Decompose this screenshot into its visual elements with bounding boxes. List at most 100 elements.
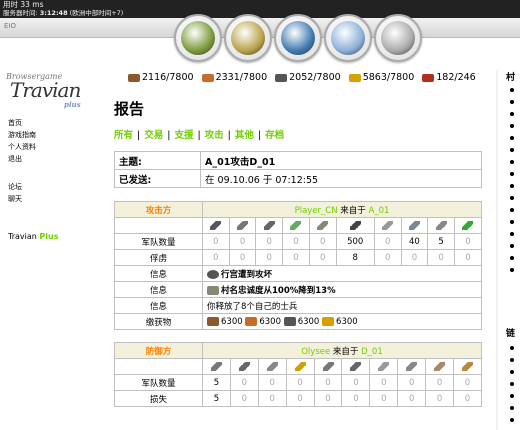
travian-plus-link[interactable]: Travian Plus: [8, 232, 58, 241]
defender-unit-9: [425, 358, 455, 375]
bounty-label: 缴获物: [114, 313, 203, 330]
unit-icon: [382, 220, 394, 230]
defender-loss-count: 0: [397, 390, 427, 407]
attacker-player-link[interactable]: Player_CN: [295, 206, 338, 216]
attacker-unit-3: [255, 217, 284, 234]
defender-player-link[interactable]: Olysee: [301, 347, 330, 357]
defender-unit-8: [397, 358, 427, 375]
attacker-village-link[interactable]: A_01: [369, 206, 390, 216]
menu-logout[interactable]: 退出: [8, 153, 36, 165]
tab-trade[interactable]: 交易: [144, 130, 163, 141]
list-bullet: [510, 370, 514, 374]
village-overview-icon[interactable]: [174, 14, 222, 62]
village-center-icon[interactable]: [224, 14, 272, 62]
lumber-icon: [128, 73, 140, 82]
clay-icon: [245, 316, 258, 326]
unit-icon: [434, 361, 446, 371]
defender-troop-count: 0: [425, 374, 455, 391]
server-time: 3:12:48: [39, 9, 68, 17]
attacker-troop-count: 0: [255, 233, 284, 250]
attacker-unit-2: [228, 217, 257, 234]
defender-unit-5: [313, 358, 343, 375]
attacker-unit-1: [202, 217, 230, 234]
list-bullet: [510, 160, 514, 164]
attacker-troops-label: 军队数量: [114, 233, 203, 250]
defender-troop-count: 0: [453, 374, 482, 391]
attacker-captured-count: 0: [373, 249, 402, 266]
defender-unit-3: [257, 358, 287, 375]
crop-icon: [348, 73, 361, 82]
defender-losses-label: 损失: [114, 390, 203, 407]
attacker-captured-count: 0: [255, 249, 284, 266]
menu-forum[interactable]: 论坛: [8, 181, 36, 193]
defender-troop-count: 0: [397, 374, 427, 391]
menu-guide[interactable]: 游戏指南: [8, 129, 36, 141]
unit-icon: [406, 361, 418, 371]
defender-loss-count: 0: [369, 390, 399, 407]
header-label: EIO: [4, 22, 16, 30]
unit-icon: [462, 361, 473, 371]
tab-attack[interactable]: 攻击: [205, 130, 224, 141]
attacker-header: Player_CN 来自于 A_01: [202, 201, 482, 218]
defender-troop-count: 0: [313, 374, 343, 391]
attacker-unit-6: [335, 217, 375, 234]
resource-crop: 5863/7800: [348, 72, 415, 83]
attacker-table: 攻击方 Player_CN 来自于 A_01 军队数量 0 0 0 0 0 500 0 40 5 0…: [114, 201, 483, 330]
defender-unit-1: [202, 358, 231, 375]
reports-icon[interactable]: [374, 14, 422, 62]
tab-archive[interactable]: 存档: [265, 130, 284, 141]
unit-icon: [435, 220, 447, 230]
lumber-value: 2116/7800: [142, 72, 194, 83]
menu-chat[interactable]: 聊天: [8, 193, 36, 205]
defender-loss-count: 0: [257, 390, 287, 407]
crop-value: 5863/7800: [362, 72, 415, 83]
list-bullet: [510, 184, 514, 188]
defender-role: 防御方: [114, 342, 203, 359]
list-bullet: [510, 88, 514, 92]
defender-troop-count: 0: [229, 374, 259, 391]
list-bullet: [510, 232, 514, 236]
main-nav: [174, 14, 424, 68]
message-header-table: 主题: A_01攻击D_01 已发送: 在 09.10.06 于 07:12:5…: [114, 151, 482, 188]
attacker-troop-count: 0: [373, 233, 402, 250]
server-time-note: (欧洲中部时间+7): [69, 9, 124, 17]
bounty-clay: 6300: [259, 316, 281, 327]
info-label: 信息: [114, 297, 203, 314]
defender-loss-count: 0: [341, 390, 371, 407]
unit-icon: [238, 361, 250, 371]
attacker-unit-8: [400, 217, 429, 234]
list-bullet: [510, 112, 514, 116]
bounty-crop: 6300: [336, 316, 358, 327]
unit-icon: [237, 220, 249, 230]
tab-other[interactable]: 其他: [235, 130, 254, 141]
map-icon[interactable]: [274, 14, 322, 62]
clay-value: 2331/7800: [215, 72, 268, 83]
attacker-unit-7: [373, 217, 402, 234]
sent-value: 在 09.10.06 于 07:12:55: [200, 169, 482, 188]
list-bullet: [510, 136, 514, 140]
list-bullet: [510, 100, 514, 104]
defender-village-link[interactable]: D_01: [361, 347, 383, 357]
info-row: 行宫遭到攻坏: [202, 265, 482, 282]
statistics-icon[interactable]: [324, 14, 372, 62]
tab-all[interactable]: 所有: [114, 130, 133, 141]
attacker-captured-count: 0: [282, 249, 310, 266]
unit-icon: [462, 220, 474, 230]
right-column: 村 链: [506, 70, 520, 430]
defender-table: 防御方 Olysee 来自于 D_01 军队数量 5 0 0 0 0 0 0 0 0 0 损失 5 0 0…: [114, 342, 482, 407]
defender-troop-count: 5: [202, 374, 231, 391]
defender-troop-count: 0: [369, 374, 399, 391]
list-bullet: [510, 124, 514, 128]
menu-home[interactable]: 首页: [8, 117, 36, 129]
attacker-role: 攻击方: [114, 201, 203, 218]
attacker-captured-count: 8: [335, 249, 375, 266]
unit-icon: [210, 220, 222, 230]
tab-support[interactable]: 支援: [174, 130, 193, 141]
defender-troops-label: 军队数量: [114, 374, 203, 391]
unit-icon: [210, 361, 222, 371]
list-bullet: [510, 394, 514, 398]
menu-profile[interactable]: 个人资料: [8, 141, 36, 153]
attacker-troop-count: 0: [228, 233, 257, 250]
defender-loss-count: 0: [285, 390, 315, 407]
catapult-icon: [207, 269, 219, 279]
